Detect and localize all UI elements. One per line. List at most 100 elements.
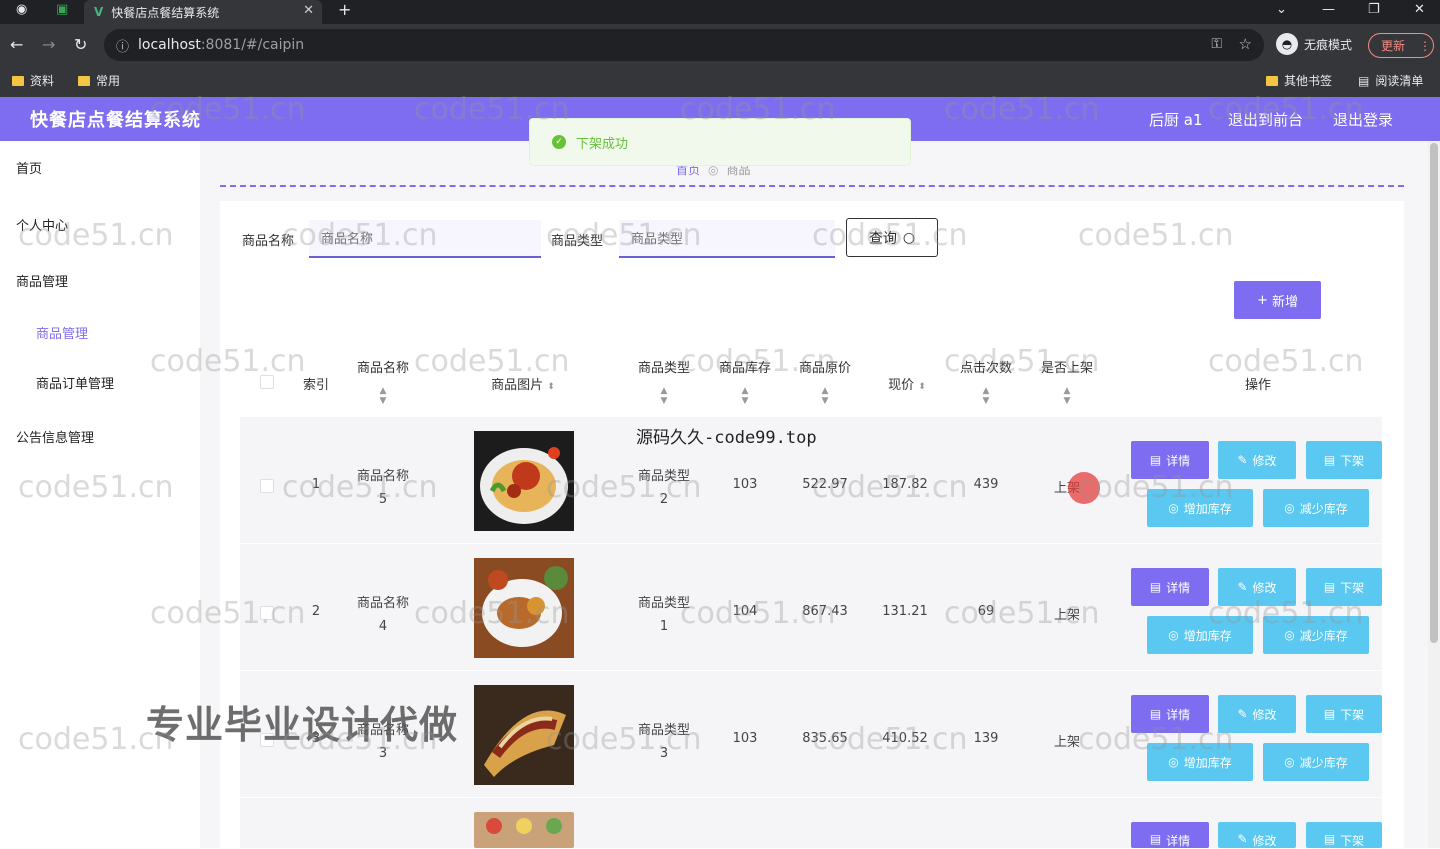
document-icon: ▤ (1323, 832, 1336, 846)
column-header-name[interactable]: 商品名称 ▲ ▼ (348, 357, 418, 406)
cell-orig-price: 835.65 (802, 731, 848, 746)
column-header-stock[interactable]: 商品库存 ▲ ▼ (710, 357, 780, 406)
cell-clicks: 439 (973, 477, 999, 492)
update-button[interactable]: 更新 ⋮ (1368, 33, 1434, 58)
minimize-icon[interactable]: — (1322, 2, 1335, 17)
close-tab-icon[interactable]: ✕ (303, 3, 314, 18)
detail-icon: ▤ (1149, 580, 1162, 594)
sidebar-item-goods[interactable]: 商品管理 (16, 271, 68, 290)
add-stock-button[interactable]: ◎ 增加库存 (1147, 489, 1253, 527)
other-bookmarks[interactable]: 其他书签 (1266, 72, 1332, 89)
add-button[interactable]: + 新增 (1234, 281, 1321, 319)
cell-stock: 103 (732, 477, 758, 492)
detail-button[interactable]: ▤ 详情 (1131, 568, 1209, 606)
button-label: 详情 (1166, 453, 1191, 468)
forward-icon[interactable]: → (42, 35, 55, 54)
button-label: 增加库存 (1183, 628, 1232, 643)
sidebar-item-notice[interactable]: 公告信息管理 (16, 427, 94, 446)
button-label: 下架 (1340, 580, 1365, 595)
edit-button[interactable]: ✎ 修改 (1218, 695, 1296, 733)
off-shelf-button[interactable]: ▤ 下架 (1306, 441, 1382, 479)
tab-search-icon[interactable]: ⌄ (1276, 2, 1287, 17)
to-front-link[interactable]: 退出到前台 (1228, 109, 1303, 130)
column-label: 商品类型 (637, 361, 690, 376)
reading-list[interactable]: ▤ 阅读清单 (1358, 72, 1423, 89)
new-tab-icon[interactable]: + (338, 0, 351, 19)
password-key-icon[interactable]: ⚿ (1211, 36, 1222, 52)
off-shelf-button[interactable]: ▤ 下架 (1306, 822, 1382, 848)
row-checkbox[interactable] (260, 479, 274, 493)
select-all-checkbox[interactable] (260, 375, 274, 389)
reduce-stock-button[interactable]: ◎ 减少库存 (1263, 616, 1369, 654)
table-row: ▤ 详情 ✎ 修改 ▤ 下架 (240, 798, 1382, 848)
reduce-stock-button[interactable]: ◎ 减少库存 (1263, 743, 1369, 781)
button-label: 增加库存 (1183, 755, 1232, 770)
edit-button[interactable]: ✎ 修改 (1218, 568, 1296, 606)
add-stock-button[interactable]: ◎ 增加库存 (1147, 743, 1253, 781)
folder-icon (1266, 75, 1278, 86)
detail-icon: ▤ (1149, 453, 1162, 467)
location-icon: ◎ (1168, 755, 1179, 769)
url-path: :8081/#/caipin (200, 37, 305, 53)
name-search-input[interactable] (309, 220, 541, 258)
sidebar-sub-goods[interactable]: 商品管理 (36, 323, 88, 342)
column-header-price[interactable]: 现价 ⬍ (872, 374, 942, 393)
toast-text: 下架成功 (576, 136, 629, 152)
browser-tab[interactable]: V 快餐店点餐结算系统 ✕ (84, 0, 322, 24)
column-label: 商品名称 (356, 361, 409, 376)
column-header-clicks[interactable]: 点击次数 ▲ ▼ (951, 357, 1021, 406)
cell-type: 商品类型 2 (637, 469, 690, 507)
cell-type: 商品类型 3 (637, 723, 690, 761)
cell-stock: 104 (732, 604, 758, 619)
button-label: 减少库存 (1299, 755, 1348, 770)
off-shelf-button[interactable]: ▤ 下架 (1306, 695, 1382, 733)
table-row: 2 商品名称 4 商品类型 1 104 867.43 131.21 69 上架 … (240, 544, 1382, 670)
column-header-actions: 操作 (1244, 378, 1271, 393)
edit-button[interactable]: ✎ 修改 (1218, 822, 1296, 848)
column-header-image[interactable]: 商品图片 ⬍ (478, 374, 568, 393)
bookmark-folder[interactable]: 资料 (12, 72, 54, 89)
bookmark-star-icon[interactable]: ☆ (1239, 35, 1252, 53)
bookmark-folder[interactable]: 常用 (78, 72, 120, 89)
incognito-indicator[interactable]: ◓ 无痕模式 (1276, 33, 1352, 55)
add-stock-button[interactable]: ◎ 增加库存 (1147, 616, 1253, 654)
detail-button[interactable]: ▤ 详情 (1131, 441, 1209, 479)
logout-link[interactable]: 退出登录 (1333, 109, 1393, 130)
sidebar-item-profile[interactable]: 个人中心 (16, 215, 68, 234)
back-icon[interactable]: ← (10, 35, 23, 54)
divider (220, 185, 1404, 187)
column-header-orig-price[interactable]: 商品原价 ▲ ▼ (790, 357, 860, 406)
button-label: 修改 (1252, 707, 1277, 722)
detail-button[interactable]: ▤ 详情 (1131, 822, 1209, 848)
sidebar-sub-orders[interactable]: 商品订单管理 (36, 373, 114, 392)
button-label: 详情 (1166, 834, 1191, 848)
table-panel: 商品名称 商品类型 查询 ○ +新增 索引 商品名称 ▲▼ 商品图片 ⬍ 商品类型 ▲… (220, 201, 1404, 848)
click-indicator (1068, 472, 1100, 504)
scrollbar-thumb[interactable] (1430, 143, 1438, 643)
type-search-input[interactable] (619, 220, 835, 258)
off-shelf-button[interactable]: ▤ 下架 (1306, 568, 1382, 606)
detail-button[interactable]: ▤ 详情 (1131, 695, 1209, 733)
sidebar-item-home[interactable]: 首页 (16, 158, 42, 177)
edit-button[interactable]: ✎ 修改 (1218, 441, 1296, 479)
page-scrollbar[interactable] (1428, 141, 1440, 848)
address-bar[interactable]: ⓘ localhost:8081/#/caipin ⚿ ☆ (104, 29, 1264, 61)
bookmark-label: 其他书签 (1284, 74, 1333, 88)
edit-icon: ✎ (1237, 707, 1248, 721)
restore-icon[interactable]: ❐ (1368, 2, 1380, 17)
window-close-icon[interactable]: ✕ (1414, 2, 1425, 17)
column-header-listed[interactable]: 是否上架 ▲ ▼ (1032, 357, 1102, 406)
user-name: 后厨 a1 (1149, 111, 1203, 129)
cell-price: 187.82 (882, 477, 928, 492)
location-icon: ◎ (1168, 501, 1179, 515)
reduce-stock-button[interactable]: ◎ 减少库存 (1263, 489, 1369, 527)
query-button[interactable]: 查询 ○ (846, 218, 938, 257)
reload-icon[interactable]: ↻ (74, 35, 87, 54)
row-checkbox[interactable] (260, 606, 274, 620)
site-info-icon[interactable]: ⓘ (116, 36, 129, 55)
pinned-tab-icon[interactable]: ▣ (56, 2, 68, 17)
button-label: 减少库存 (1299, 501, 1348, 516)
button-label: 详情 (1166, 707, 1191, 722)
column-header-type[interactable]: 商品类型 ▲ ▼ (629, 357, 699, 406)
sort-icon: ▲ ▼ (821, 386, 829, 406)
